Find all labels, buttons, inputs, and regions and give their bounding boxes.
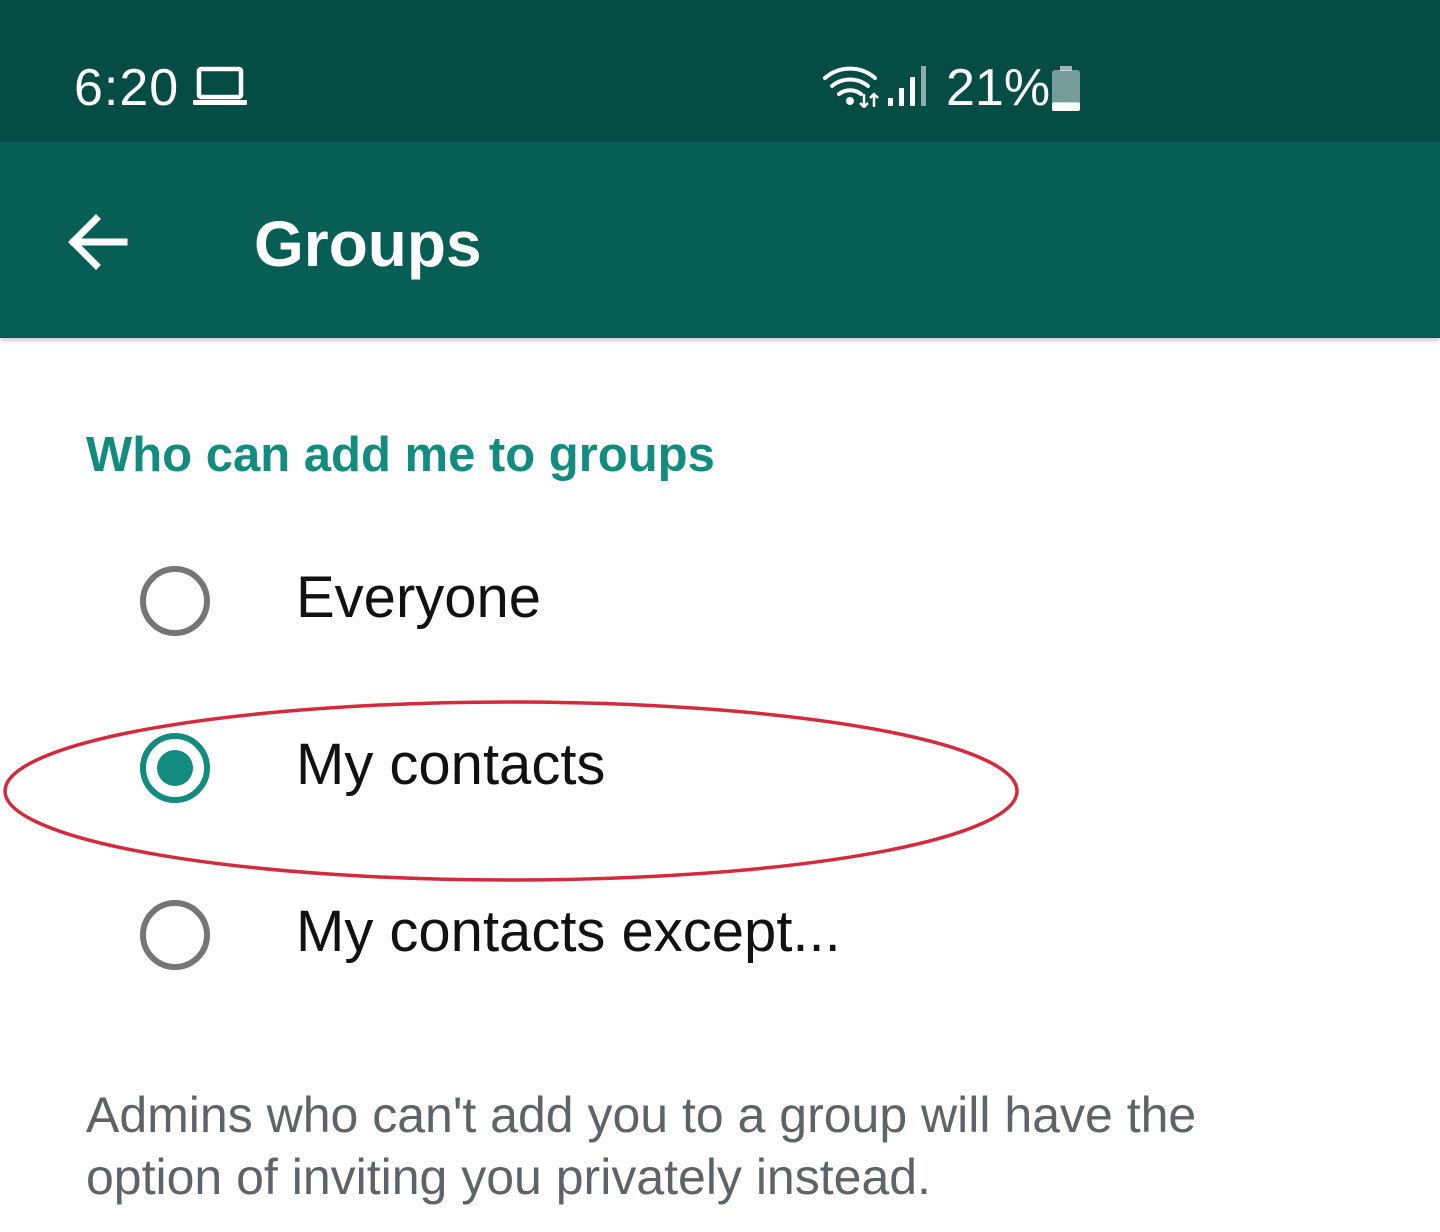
signal-icon (886, 64, 930, 108)
option-label: My contacts (296, 732, 606, 797)
option-my-contacts-except[interactable]: My contacts except... (0, 899, 1440, 1060)
app-bar: Groups (0, 142, 1440, 338)
battery-percentage: 21% (946, 59, 1051, 117)
arrow-left-icon (68, 214, 128, 270)
radio-my-contacts[interactable] (140, 733, 210, 803)
radio-selected-dot (157, 750, 193, 786)
option-label: Everyone (296, 565, 542, 630)
battery-icon (1050, 66, 1082, 112)
section-header: Who can add me to groups (86, 428, 715, 482)
helper-text: Admins who can't add you to a group will… (86, 1087, 1197, 1205)
groups-privacy-screen: 6:20 21% Groups Who can add me to groups… (0, 0, 1440, 1232)
page-title: Groups (254, 208, 482, 280)
option-everyone[interactable]: Everyone (0, 565, 1440, 726)
laptop-icon (192, 64, 248, 108)
status-time: 6:20 (74, 59, 180, 117)
radio-everyone[interactable] (140, 566, 210, 636)
status-bar: 6:20 21% (0, 0, 1440, 142)
wifi-icon (822, 62, 882, 109)
option-my-contacts[interactable]: My contacts (0, 732, 1440, 893)
option-label: My contacts except... (296, 899, 841, 964)
back-button[interactable] (52, 198, 144, 286)
radio-my-contacts-except[interactable] (140, 900, 210, 970)
